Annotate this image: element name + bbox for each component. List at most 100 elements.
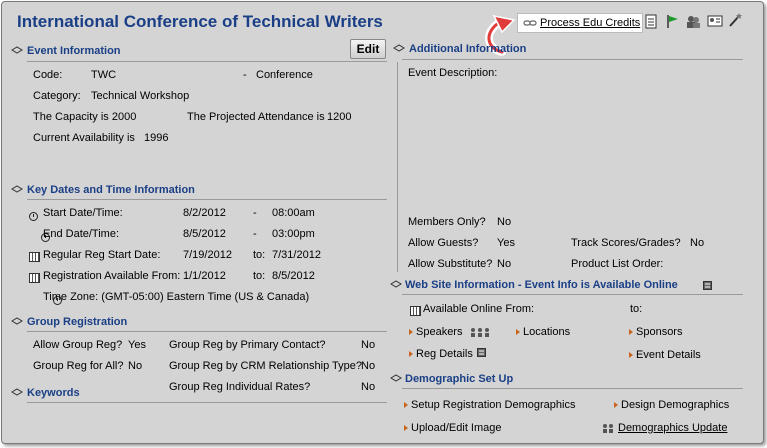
code-value: TWC	[91, 69, 117, 81]
collapse-icon[interactable]	[393, 44, 405, 52]
dash: -	[253, 207, 257, 219]
design-demographics-link[interactable]: Design Demographics	[614, 399, 729, 411]
end-datetime-label: End Date/Time:	[43, 228, 120, 240]
divider	[27, 331, 387, 332]
event-information-heading: Event Information	[27, 45, 121, 57]
edit-button[interactable]: Edit	[350, 39, 386, 59]
event-type-value: Conference	[256, 69, 313, 81]
vertical-divider	[397, 62, 398, 272]
members-only-value: No	[497, 216, 512, 228]
projected-attendance-value: 1200	[327, 111, 352, 123]
setup-registration-demographics-label: Setup Registration Demographics	[411, 399, 576, 411]
divider	[402, 59, 743, 60]
allow-substitute-label: Allow Substitute?	[408, 258, 493, 270]
upload-edit-image-link[interactable]: Upload/Edit Image	[404, 422, 502, 434]
allow-group-reg-value: Yes	[128, 339, 146, 351]
speakers-label: Speakers	[416, 326, 463, 338]
key-dates-heading: Key Dates and Time Information	[27, 184, 195, 196]
collapse-icon[interactable]	[390, 374, 402, 382]
calendar-icon	[29, 273, 40, 283]
reg-details-link[interactable]: Reg Details	[409, 348, 473, 360]
event-details-label: Event Details	[636, 349, 701, 361]
magic-wand-icon[interactable]	[727, 12, 743, 28]
group-registration-heading: Group Registration	[27, 316, 128, 328]
bullet-icon	[409, 351, 413, 358]
bullet-icon	[614, 402, 618, 409]
process-edu-credits-label: Process Edu Credits	[540, 17, 641, 29]
availability-value: 1996	[144, 132, 169, 144]
allow-guests-value: Yes	[497, 237, 515, 249]
id-card-icon[interactable]	[707, 14, 723, 28]
dash: -	[243, 69, 247, 81]
divider	[27, 199, 387, 200]
bullet-icon	[629, 329, 633, 336]
setup-registration-demographics-link[interactable]: Setup Registration Demographics	[404, 399, 575, 411]
regular-reg-start-label: Regular Reg Start Date:	[43, 249, 161, 261]
page-title: International Conference of Technical Wr…	[17, 12, 383, 31]
to-label: to:	[253, 249, 266, 261]
bullet-icon	[404, 402, 408, 409]
timezone-text: Time Zone: (GMT-05:00) Eastern Time (US …	[43, 291, 310, 303]
to-label: to:	[253, 270, 266, 282]
dash: -	[253, 228, 257, 240]
process-edu-credits-button[interactable]: Process Edu Credits	[517, 13, 643, 33]
reg-details-label: Reg Details	[416, 348, 473, 360]
divider	[402, 294, 743, 295]
design-demographics-label: Design Demographics	[621, 399, 730, 411]
bullet-icon	[629, 352, 633, 359]
speakers-link[interactable]: Speakers	[409, 326, 462, 338]
sponsors-label: Sponsors	[636, 326, 683, 338]
crm-relationship-label: Group Reg by CRM Relationship Type?	[169, 360, 363, 372]
sponsors-link[interactable]: Sponsors	[629, 326, 682, 338]
members-only-label: Members Only?	[408, 216, 486, 228]
locations-label: Locations	[523, 326, 571, 338]
start-datetime-label: Start Date/Time:	[43, 207, 123, 219]
demographic-setup-heading: Demographic Set Up	[405, 373, 514, 385]
allow-group-reg-label: Allow Group Reg?	[33, 339, 123, 351]
category-value: Technical Workshop	[91, 90, 190, 102]
category-label: Category:	[33, 90, 81, 102]
clock-icon	[29, 211, 38, 221]
reg-details-icon[interactable]	[477, 348, 486, 357]
collapse-icon[interactable]	[11, 46, 23, 54]
demographics-people-icon	[603, 424, 613, 433]
collapse-icon[interactable]	[11, 185, 23, 193]
primary-contact-label: Group Reg by Primary Contact?	[169, 339, 326, 351]
end-time-value: 03:00pm	[272, 228, 315, 240]
capacity-text: The Capacity is 2000	[33, 111, 137, 123]
group-reg-all-value: No	[128, 360, 143, 372]
available-online-to-label: to:	[630, 303, 643, 315]
demographics-update-link[interactable]: Demographics Update	[618, 422, 727, 434]
speakers-people-icon[interactable]	[470, 327, 490, 337]
web-info-icon[interactable]	[703, 281, 712, 290]
bullet-icon	[516, 329, 520, 336]
collapse-icon[interactable]	[11, 388, 23, 396]
document-icon[interactable]	[645, 14, 657, 29]
available-online-label: Available Online From:	[423, 303, 535, 315]
track-scores-label: Track Scores/Grades?	[571, 237, 681, 249]
registration-available-label: Registration Available From:	[43, 270, 181, 282]
end-date-value: 8/5/2012	[183, 228, 226, 240]
regular-reg-start-value: 7/19/2012	[183, 249, 232, 261]
code-label: Code:	[33, 69, 63, 81]
people-icon[interactable]	[686, 14, 701, 29]
locations-link[interactable]: Locations	[516, 326, 570, 338]
individual-rates-label: Group Reg Individual Rates?	[169, 381, 311, 393]
allow-guests-label: Allow Guests?	[408, 237, 479, 249]
regular-reg-end-value: 7/31/2012	[272, 249, 321, 261]
divider	[402, 388, 743, 389]
track-scores-value: No	[690, 237, 705, 249]
registration-available-start: 1/1/2012	[183, 270, 226, 282]
link-icon	[523, 20, 537, 26]
collapse-icon[interactable]	[390, 280, 402, 288]
web-site-information-heading: Web Site Information - Event Info is Ava…	[405, 279, 678, 291]
group-reg-all-label: Group Reg for All?	[33, 360, 124, 372]
collapse-icon[interactable]	[11, 317, 23, 325]
calendar-icon	[29, 252, 40, 262]
event-description-label: Event Description:	[408, 67, 498, 79]
event-details-link[interactable]: Event Details	[629, 349, 701, 361]
availability-label: Current Availability is	[33, 132, 135, 144]
keywords-heading: Keywords	[27, 387, 80, 399]
allow-substitute-value: No	[497, 258, 512, 270]
flag-icon[interactable]	[666, 14, 679, 29]
